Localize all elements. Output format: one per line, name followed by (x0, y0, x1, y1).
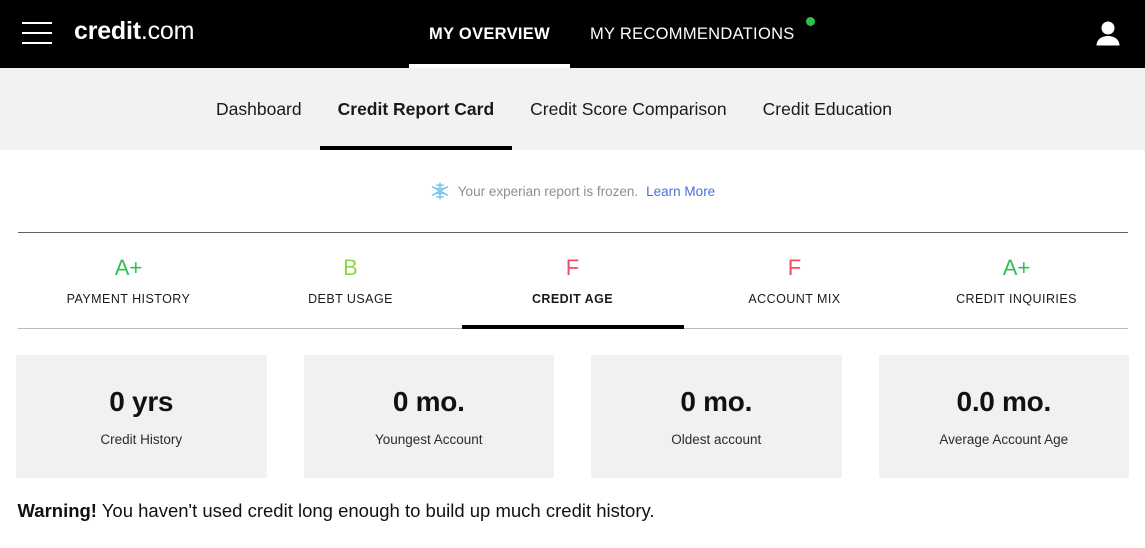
stat-card-youngest-account: 0 mo. Youngest Account (303, 355, 554, 478)
hamburger-line-1 (22, 22, 52, 24)
subnav-label: Credit Report Card (337, 98, 495, 119)
subnav-label: Dashboard (216, 98, 302, 119)
primary-nav: MY OVERVIEW MY RECOMMENDATIONS (409, 0, 815, 68)
site-logo[interactable]: credit.com (74, 17, 194, 46)
grade-letter: F (565, 255, 580, 280)
grade-tab-credit-inquiries[interactable]: A+ CREDIT INQUIRIES (906, 254, 1128, 328)
subnav-label: Credit Education (762, 98, 893, 119)
primary-nav-item-my-overview[interactable]: MY OVERVIEW (409, 0, 570, 68)
stat-value: 0 yrs (109, 386, 174, 417)
primary-nav-label: MY RECOMMENDATIONS (589, 24, 795, 43)
user-avatar-icon[interactable] (1089, 15, 1127, 53)
subnav-item-dashboard[interactable]: Dashboard (198, 68, 320, 150)
learn-more-link[interactable]: Learn More (646, 184, 715, 199)
frozen-report-notice: Your experian report is frozen. Learn Mo… (0, 150, 1145, 232)
hamburger-menu-icon[interactable] (22, 22, 52, 44)
grade-tab-credit-age[interactable]: F CREDIT AGE (461, 254, 684, 329)
stat-label: Youngest Account (374, 432, 483, 447)
stat-value: 0 mo. (680, 386, 753, 417)
logo-text-bold: credit (74, 17, 141, 45)
grade-letter: A+ (1002, 255, 1031, 280)
credit-age-stat-cards: 0 yrs Credit History 0 mo. Youngest Acco… (16, 355, 1129, 478)
stat-card-credit-history: 0 yrs Credit History (16, 355, 267, 478)
stat-card-oldest-account: 0 mo. Oldest account (591, 355, 842, 478)
subnav-item-credit-report-card[interactable]: Credit Report Card (319, 68, 513, 150)
active-indicator-underline (319, 146, 513, 150)
top-header-bar: credit.com MY OVERVIEW MY RECOMMENDATION… (0, 0, 1145, 68)
snowflake-icon (430, 181, 450, 201)
grade-label: ACCOUNT MIX (748, 292, 841, 306)
grade-tab-debt-usage[interactable]: B DEBT USAGE (240, 254, 462, 328)
stat-label: Oldest account (671, 432, 762, 447)
stat-label: Average Account Age (939, 432, 1069, 447)
active-indicator-underline (461, 325, 684, 329)
subnav-item-credit-score-comparison[interactable]: Credit Score Comparison (512, 68, 744, 150)
warning-title: Warning! (17, 500, 97, 521)
subnav-label: Credit Score Comparison (530, 98, 727, 119)
notification-dot-badge (805, 17, 815, 26)
warning-body: You haven't used credit long enough to b… (96, 500, 655, 521)
logo-text-light: .com (140, 17, 195, 45)
stat-card-average-account-age: 0.0 mo. Average Account Age (878, 355, 1129, 478)
grade-tab-account-mix[interactable]: F ACCOUNT MIX (684, 254, 906, 328)
hamburger-line-3 (22, 42, 52, 44)
grade-letter: B (343, 255, 358, 280)
subnav-item-credit-education[interactable]: Credit Education (745, 68, 910, 150)
warning-message: Warning! You haven't used credit long en… (18, 500, 1128, 522)
grade-label: CREDIT AGE (531, 292, 614, 306)
stat-label: Credit History (100, 432, 183, 447)
secondary-nav: Dashboard Credit Report Card Credit Scor… (0, 68, 1145, 150)
stat-value: 0.0 mo. (956, 386, 1052, 417)
frozen-notice-text: Your experian report is frozen. (457, 183, 639, 199)
grade-tab-payment-history[interactable]: A+ PAYMENT HISTORY (18, 254, 240, 328)
stat-value: 0 mo. (392, 386, 465, 417)
grade-label: DEBT USAGE (308, 292, 393, 306)
hamburger-line-2 (22, 32, 52, 34)
grade-label: PAYMENT HISTORY (66, 292, 191, 306)
primary-nav-item-my-recommendations[interactable]: MY RECOMMENDATIONS (570, 0, 815, 68)
primary-nav-label: MY OVERVIEW (429, 24, 550, 43)
credit-factor-tabs: A+ PAYMENT HISTORY B DEBT USAGE F CREDIT… (18, 233, 1128, 329)
grade-letter: A+ (114, 255, 143, 280)
grade-letter: F (787, 255, 802, 280)
grade-label: CREDIT INQUIRIES (956, 292, 1077, 306)
